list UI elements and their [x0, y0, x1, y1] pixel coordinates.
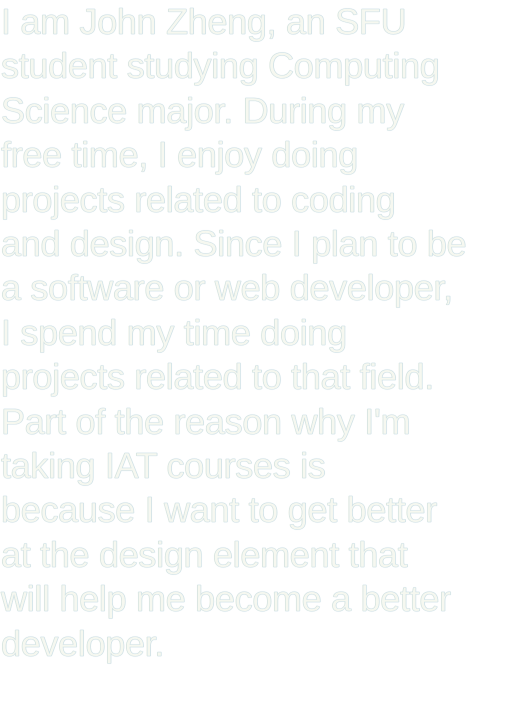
- bio-line: and design. Since I plan to be: [1, 223, 467, 265]
- bio-line: will help me become a better: [1, 578, 452, 620]
- bio-line: free time, I enjoy doing: [1, 134, 359, 176]
- bio-line: projects related to coding: [1, 178, 396, 220]
- bio-line: Part of the reason why I'm: [1, 400, 411, 442]
- bio-line: I am John Zheng, an SFU: [1, 1, 407, 42]
- bio-line: because I want to get better: [1, 489, 438, 531]
- bio-line: student studying Computing: [1, 45, 440, 87]
- bio-line: a software or web developer,: [1, 267, 454, 309]
- bio-line: I spend my time doing: [1, 311, 348, 353]
- bio-line: projects related to that field.: [1, 356, 435, 398]
- bio-line: taking IAT courses is: [1, 445, 326, 487]
- bio-line: at the design element that: [1, 533, 408, 575]
- bio-paragraph: I am John Zheng, an SFU student studying…: [0, 0, 467, 666]
- bio-line: Science major. During my: [1, 89, 405, 131]
- bio-line: developer.: [1, 622, 165, 664]
